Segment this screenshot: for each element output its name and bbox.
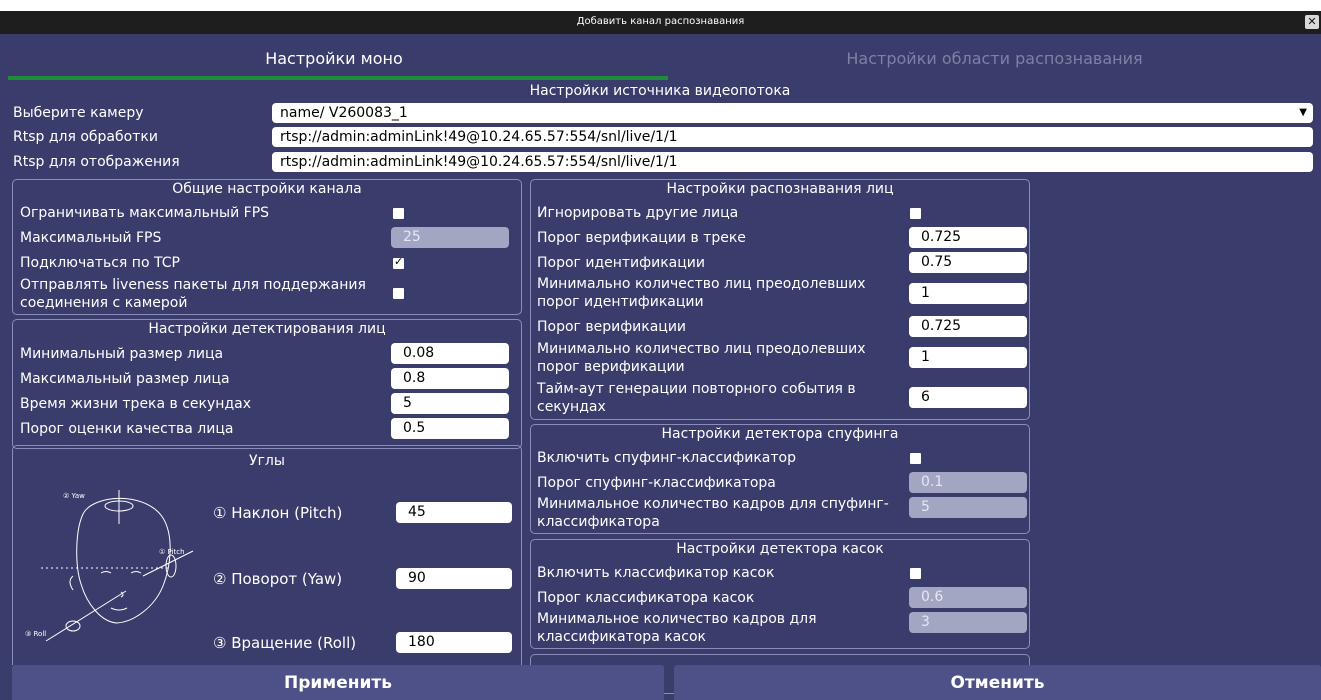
track-verification-input[interactable]: 0.725 [909,227,1027,248]
min-face-label: Минимальный размер лица [20,346,224,362]
helmet-enable-checkbox[interactable] [910,568,921,579]
min-verif-label-line2: порог верификации [537,359,685,375]
spoofing-settings-title: Настройки детектора спуфинга [661,426,899,442]
pitch-diagram-label: ① Pitch [159,548,185,556]
general-settings-panel: Общие настройки канала Ограничивать макс… [12,179,522,315]
helmet-enable-label: Включить классификатор касок [537,565,775,581]
general-settings-title: Общие настройки канала [172,181,362,197]
min-ident-label-line2: порог идентификации [537,294,704,310]
source-settings-title: Настройки источника видеопотока [529,83,791,99]
max-face-label: Максимальный размер лица [20,371,230,387]
spoofing-frames-input[interactable]: 5 [909,497,1027,518]
limit-fps-checkbox[interactable] [393,208,404,219]
angles-panel: Углы ② Yaw ① Pitch ③ Roll ① Наклон (Pitc… [12,445,522,665]
liveness-label-line2: соединения с камерой [20,295,188,311]
apply-button[interactable]: Применить [12,665,664,700]
pitch-label: ① Наклон (Pitch) [213,504,343,522]
rtsp-processing-label: Rtsp для обработки [13,129,158,145]
tcp-checkbox[interactable] [393,255,404,269]
min-verif-label: Минимально количество лиц преодолевших п… [537,340,866,376]
rtsp-display-input[interactable]: rtsp://admin:adminLink!49@10.24.65.57:55… [272,152,1313,172]
min-verif-input[interactable]: 1 [909,347,1027,368]
helmet-settings-title: Настройки детектора касок [676,541,884,557]
active-tab-indicator [8,76,668,80]
max-fps-input[interactable]: 25 [391,227,509,248]
detection-settings-title: Настройки детектирования лиц [148,321,386,337]
yaw-diagram-label: ② Yaw [63,492,85,500]
timeout-label-line1: Тайм-аут генерации повторного события в [537,381,856,397]
liveness-checkbox[interactable] [393,288,404,299]
timeout-label-line2: секундах [537,399,606,415]
yaw-input[interactable]: 90 [396,568,512,589]
identification-label: Порог идентификации [537,255,705,271]
window-title: Добавить канал распознавания [576,16,745,27]
helmet-frames-label-line2: классификатора касок [537,629,706,645]
rtsp-display-label: Rtsp для отображения [13,154,180,170]
tcp-label: Подключаться по TCP [20,255,180,271]
min-ident-label-line1: Минимально количество лиц преодолевших [537,276,866,292]
rtsp-processing-input[interactable]: rtsp://admin:adminLink!49@10.24.65.57:55… [272,127,1313,147]
max-fps-label: Максимальный FPS [20,230,162,246]
track-life-label: Время жизни трека в секундах [20,396,251,412]
max-face-input[interactable]: 0.8 [391,368,509,389]
roll-input[interactable]: 180 [396,632,512,653]
camera-select[interactable]: name/ V260083_1 ▼ [272,103,1313,123]
helmet-frames-input[interactable]: 3 [909,612,1027,633]
helmet-frames-label-line1: Минимальное количество кадров для [537,611,817,627]
roll-label: ③ Вращение (Roll) [213,634,357,652]
cancel-button[interactable]: Отменить [674,665,1321,700]
min-ident-input[interactable]: 1 [909,283,1027,304]
spoofing-frames-label-line1: Минимальное количество кадров для спуфин… [537,496,889,512]
min-verif-label-line1: Минимально количество лиц преодолевших [537,341,866,357]
spoofing-threshold-input[interactable]: 0.1 [909,472,1027,493]
helmet-threshold-label: Порог классификатора касок [537,590,755,606]
track-life-input[interactable]: 5 [391,393,509,414]
spoofing-threshold-label: Порог спуфинг-классификатора [537,475,776,491]
limit-fps-label: Ограничивать максимальный FPS [20,205,270,221]
quality-label: Порог оценки качества лица [20,421,234,437]
helmet-threshold-input[interactable]: 0.6 [909,587,1027,608]
title-bar: Добавить канал распознавания ✕ [0,11,1321,34]
yaw-label: ② Поворот (Yaw) [213,570,343,588]
pitch-input[interactable]: 45 [396,502,512,523]
chevron-down-icon[interactable]: ▼ [1299,103,1307,123]
spoofing-enable-checkbox[interactable] [910,453,921,464]
recognition-settings-panel: Настройки распознавания лиц Игнорировать… [530,179,1030,420]
ignore-faces-label: Игнорировать другие лица [537,205,739,221]
quality-input[interactable]: 0.5 [391,418,509,439]
track-verification-label: Порог верификации в треке [537,230,746,246]
spoofing-settings-panel: Настройки детектора спуфинга Включить сп… [530,424,1030,534]
verification-input[interactable]: 0.725 [909,316,1027,337]
liveness-label-line1: Отправлять liveness пакеты для поддержан… [20,277,366,293]
verification-label: Порог верификации [537,319,687,335]
liveness-label: Отправлять liveness пакеты для поддержан… [20,276,366,312]
identification-input[interactable]: 0.75 [909,252,1027,273]
angles-title: Углы [249,453,285,469]
roll-diagram-label: ③ Roll [25,630,46,638]
recognition-settings-title: Настройки распознавания лиц [666,181,894,197]
spoofing-frames-label: Минимальное количество кадров для спуфин… [537,495,889,531]
timeout-label: Тайм-аут генерации повторного события в … [537,380,856,416]
dialog-window: Добавить канал распознавания ✕ Настройки… [0,11,1321,700]
spoofing-enable-label: Включить спуфинг-классификатор [537,450,796,466]
camera-select-value: name/ V260083_1 [280,105,408,121]
detection-settings-panel: Настройки детектирования лиц Минимальный… [12,319,522,449]
camera-label: Выберите камеру [13,105,144,121]
min-ident-label: Минимально количество лиц преодолевших п… [537,275,866,311]
spoofing-frames-label-line2: классификатора [537,514,660,530]
helmet-settings-panel: Настройки детектора касок Включить класс… [530,539,1030,649]
helmet-frames-label: Минимальное количество кадров для класси… [537,610,817,646]
timeout-input[interactable]: 6 [909,387,1027,408]
head-angles-diagram: ② Yaw ① Pitch ③ Roll [25,490,194,642]
ignore-faces-checkbox[interactable] [910,208,921,219]
tab-mono-settings[interactable]: Настройки моно [0,34,668,82]
min-face-input[interactable]: 0.08 [391,343,509,364]
close-icon[interactable]: ✕ [1305,15,1319,29]
tab-area-settings[interactable]: Настройки области распознавания [668,34,1321,82]
